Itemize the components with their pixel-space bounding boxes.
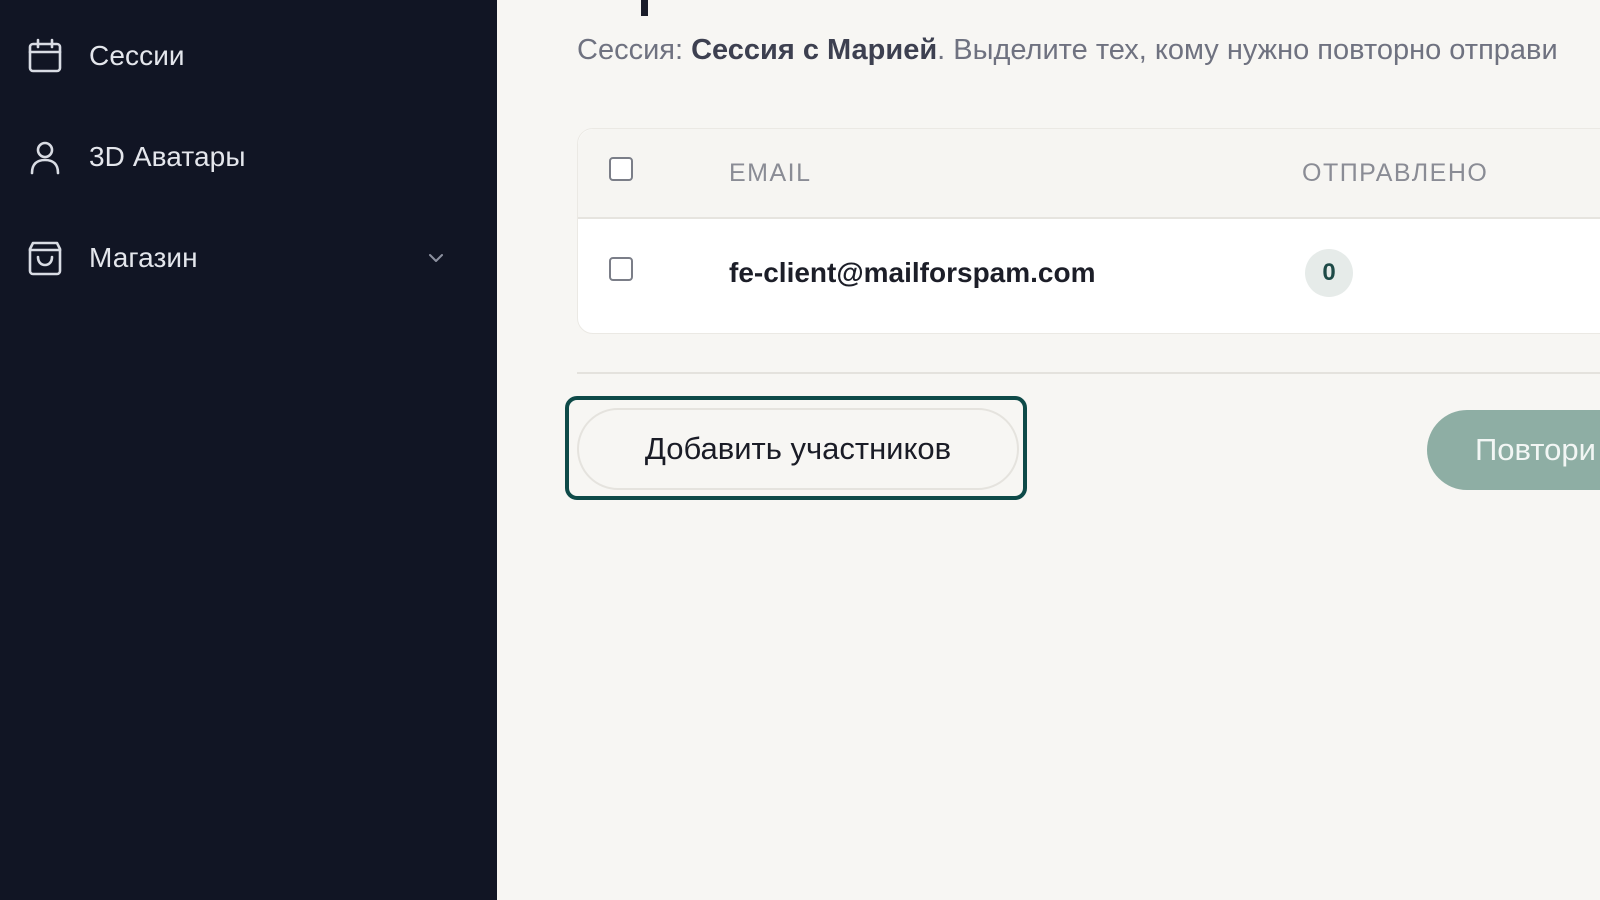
main-content: Сессия: Сессия с Марией. Выделите тех, к… [497, 0, 1600, 900]
participant-email: fe-client@mailforspam.com [729, 257, 1096, 288]
table-row[interactable]: fe-client@mailforspam.com 0 [578, 219, 1600, 331]
participants-table: EMAIL ОТПРАВЛЕНО fe-client@mailforspam.c… [577, 128, 1600, 334]
session-name: Сессия с Марией [691, 34, 938, 66]
subtitle-prefix: Сессия: [577, 34, 692, 66]
sidebar-item-3d-avatars[interactable]: 3D Аватары [26, 135, 446, 179]
table-header: EMAIL ОТПРАВЛЕНО [578, 129, 1600, 219]
sidebar-item-label: 3D Аватары [89, 141, 246, 172]
sidebar-item-shop[interactable]: Магазин [26, 236, 446, 280]
shopping-bag-icon [26, 239, 64, 277]
sidebar-item-label: Магазин [89, 242, 198, 273]
sidebar-item-label: Сессии [89, 40, 185, 71]
column-header-sent[interactable]: ОТПРАВЛЕНО [1302, 159, 1488, 188]
sidebar-item-sessions[interactable]: Сессии [26, 34, 446, 78]
row-checkbox[interactable] [609, 257, 633, 281]
add-participants-button[interactable]: Добавить участников [577, 408, 1019, 490]
chevron-down-icon[interactable] [426, 248, 446, 268]
divider [577, 372, 1600, 374]
user-icon [26, 138, 64, 176]
subtitle-suffix: . Выделите тех, кому нужно повторно отпр… [937, 34, 1558, 66]
sent-count-badge: 0 [1305, 249, 1353, 297]
app-window: Сессии 3D Аватары Магазин Сессия: Сессия… [0, 0, 1600, 900]
session-description: Сессия: Сессия с Марией. Выделите тех, к… [577, 34, 1558, 67]
sidebar: Сессии 3D Аватары Магазин [0, 0, 497, 900]
page-title-fragment [641, 0, 648, 16]
column-header-email[interactable]: EMAIL [729, 159, 812, 188]
calendar-icon [26, 37, 64, 75]
resend-button[interactable]: Повтори [1427, 410, 1600, 490]
select-all-checkbox[interactable] [609, 157, 633, 181]
